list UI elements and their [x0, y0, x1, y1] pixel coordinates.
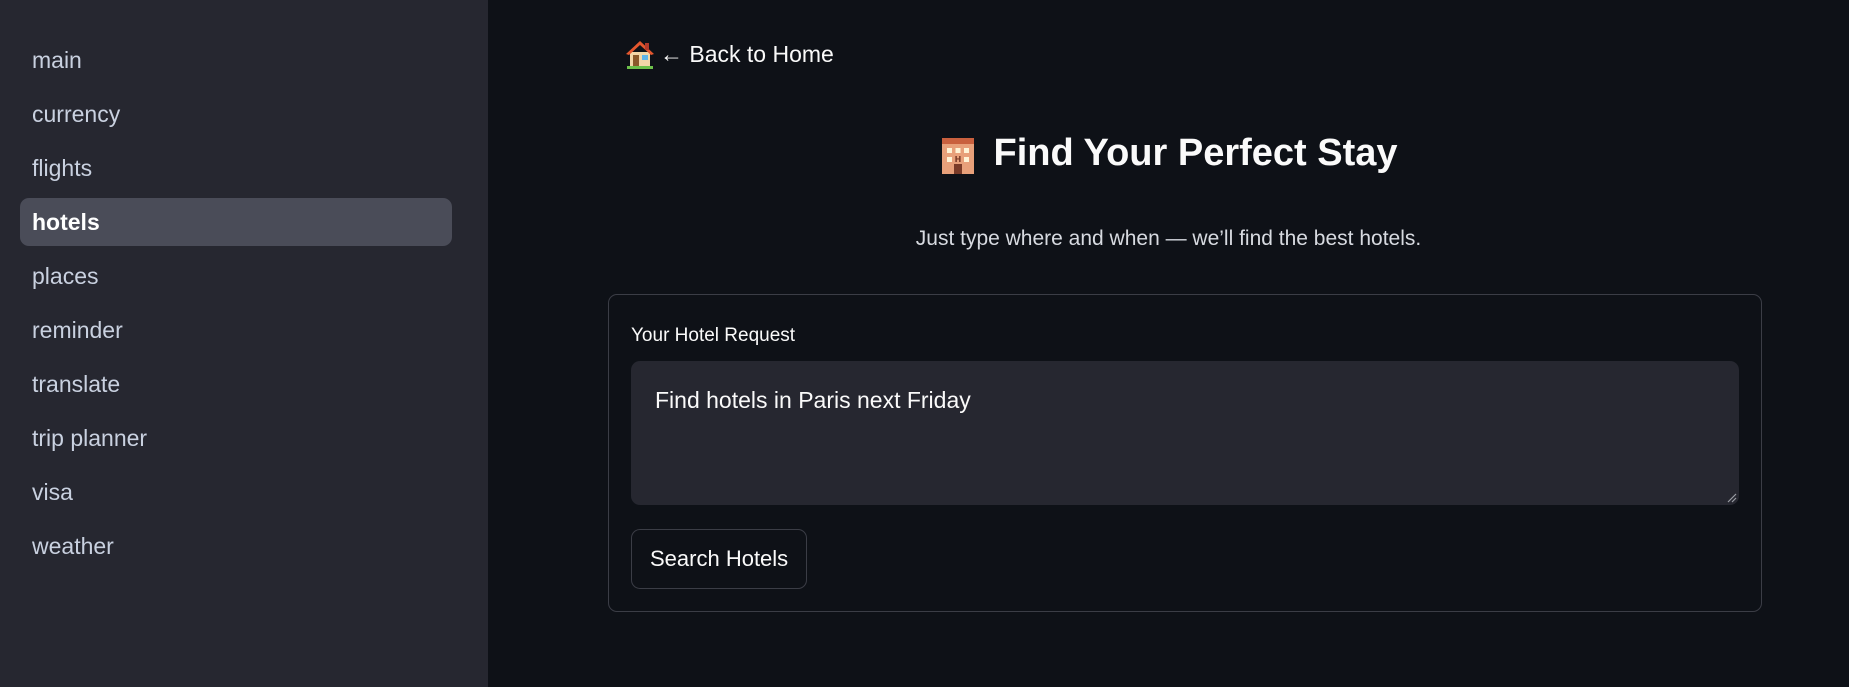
page-title-text: Find Your Perfect Stay — [993, 132, 1398, 174]
sidebar-item-hotels[interactable]: hotels — [20, 198, 452, 246]
sidebar-item-reminder[interactable]: reminder — [20, 306, 452, 354]
sidebar-item-currency[interactable]: currency — [20, 90, 452, 138]
hotel-request-form: Your Hotel Request Find hotels in Paris … — [608, 294, 1762, 612]
sidebar-item-flights[interactable]: flights — [20, 144, 452, 192]
sidebar-item-trip-planner[interactable]: trip planner — [20, 414, 452, 462]
sidebar: main currency flights hotels places remi… — [0, 0, 488, 687]
back-link-label: ← Back to Home — [660, 40, 834, 67]
app-root: main currency flights hotels places remi… — [0, 0, 1849, 687]
hotel-icon: H — [942, 137, 975, 174]
hotel-request-label: Your Hotel Request — [631, 325, 796, 346]
svg-text:H: H — [955, 155, 962, 164]
search-hotels-button[interactable]: Search Hotels — [631, 529, 808, 589]
hotel-request-textarea[interactable]: Find hotels in Paris next Friday — [631, 361, 1739, 505]
sidebar-item-translate[interactable]: translate — [20, 360, 452, 408]
sidebar-item-weather[interactable]: weather — [20, 522, 452, 570]
page-subtitle: Just type where and when — we’ll find th… — [915, 227, 1422, 250]
resize-handle-icon[interactable] — [1725, 491, 1737, 503]
page-title: H Find Your Perfect Stay — [488, 132, 1849, 175]
back-to-home-link[interactable]: ← Back to Home — [624, 38, 834, 70]
sidebar-item-main[interactable]: main — [20, 36, 452, 84]
hotel-request-value: Find hotels in Paris next Friday — [655, 387, 971, 413]
main-content: ← Back to Home H Find Your Perfect Stay … — [488, 0, 1849, 687]
house-icon — [626, 41, 654, 69]
sidebar-item-places[interactable]: places — [20, 252, 452, 300]
sidebar-nav: main currency flights hotels places remi… — [0, 36, 488, 570]
sidebar-item-visa[interactable]: visa — [20, 468, 452, 516]
